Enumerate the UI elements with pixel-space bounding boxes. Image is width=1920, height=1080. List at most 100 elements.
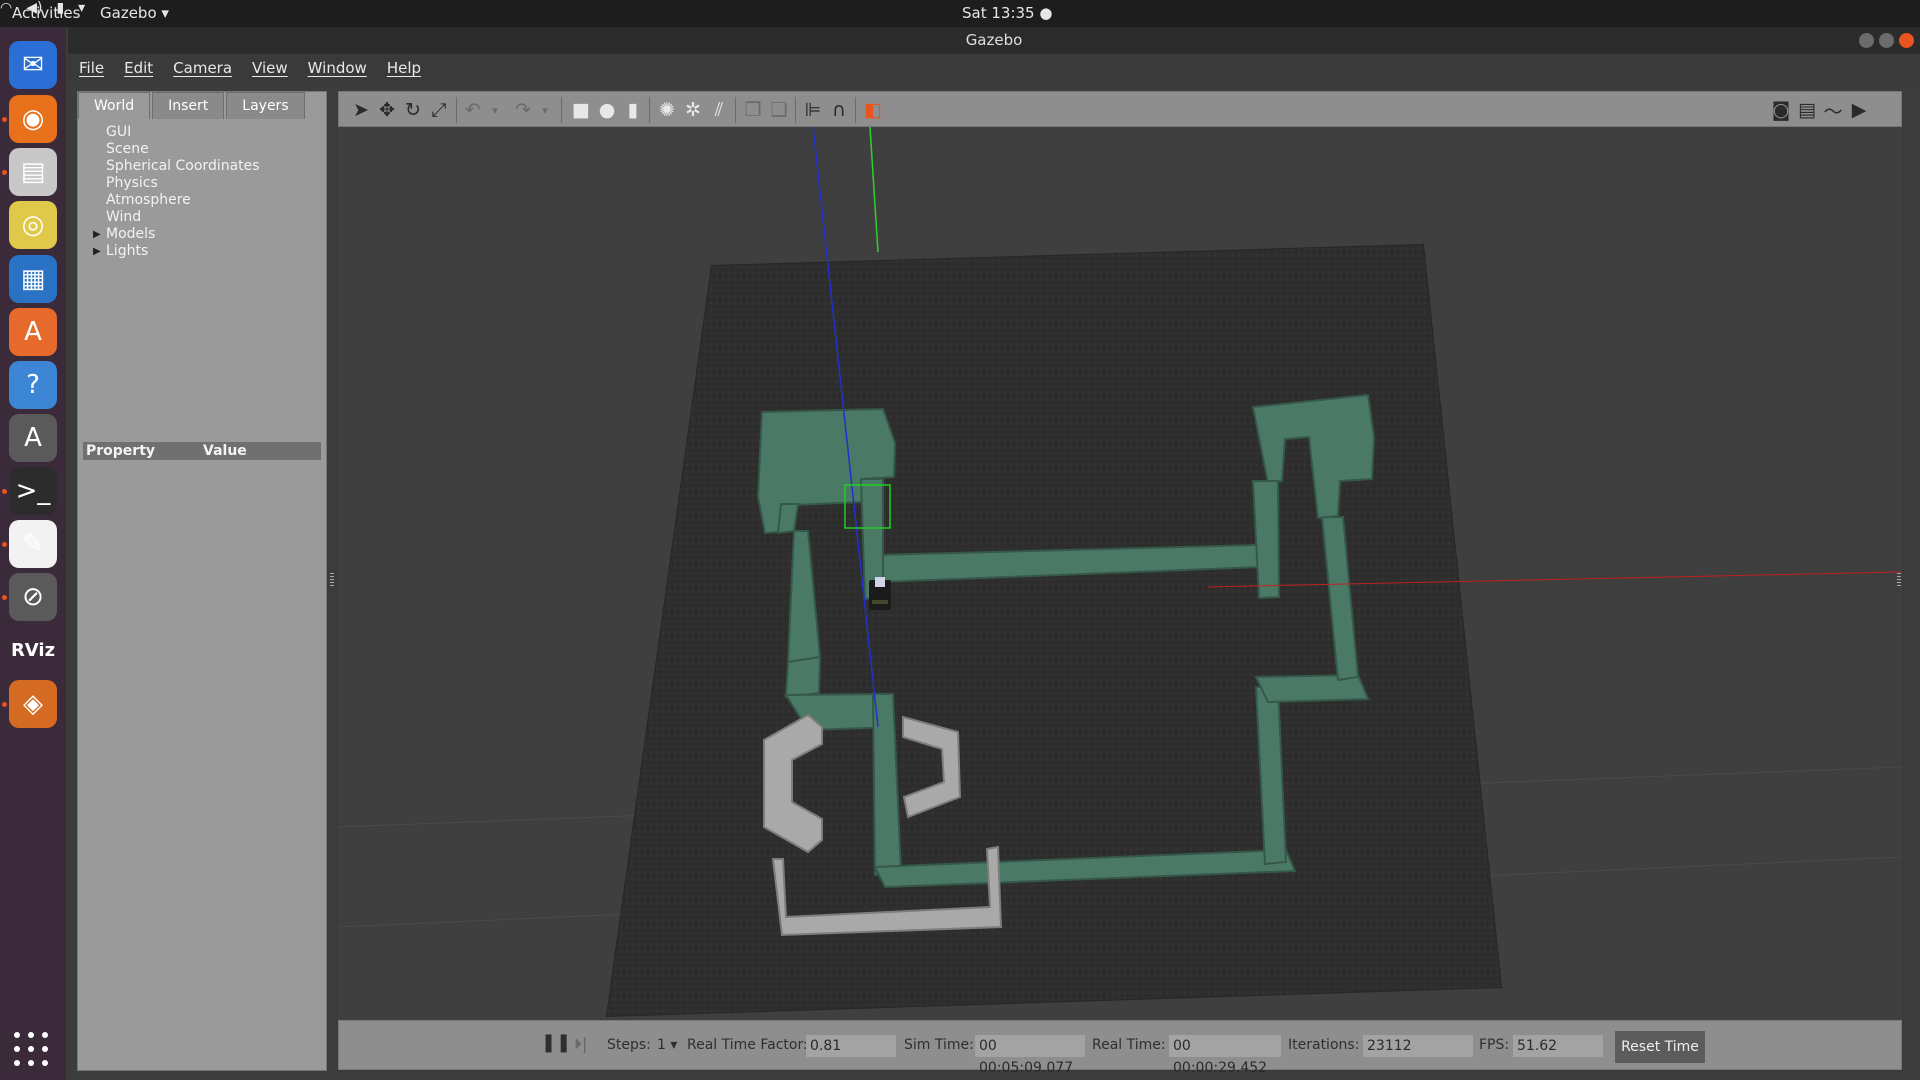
rhythmbox-icon[interactable]: ◎ xyxy=(9,201,57,249)
system-tray[interactable]: ◠ ◀) ▮ ▾ xyxy=(0,0,1920,16)
help-icon[interactable]: ? xyxy=(9,361,57,409)
align-icon[interactable]: ⊫ xyxy=(801,98,825,122)
rtf-label: Real Time Factor: xyxy=(687,1037,808,1053)
tree-item-label: Physics xyxy=(106,175,158,191)
record-video-icon[interactable]: ▶ xyxy=(1847,98,1871,122)
tree-item-label: Spherical Coordinates xyxy=(106,158,260,174)
real-time-value: 00 00:00:29.452 xyxy=(1169,1035,1281,1076)
undo-icon[interactable]: ↶ xyxy=(461,98,485,122)
maximize-button[interactable] xyxy=(1879,33,1894,48)
menu-window[interactable]: Window xyxy=(308,59,367,77)
sim-time-value: 00 00:05:09.077 xyxy=(975,1035,1085,1076)
world-tree: GUI Scene Spherical Coordinates Physics … xyxy=(78,123,326,443)
value-column-header: Value xyxy=(203,443,247,459)
minimize-button[interactable] xyxy=(1859,33,1874,48)
software-center-icon[interactable]: A xyxy=(9,308,57,356)
files-icon[interactable]: ▤ xyxy=(9,148,57,196)
viewport-splitter-handle[interactable] xyxy=(1897,573,1901,587)
show-applications-icon[interactable] xyxy=(14,1032,50,1068)
box-shape-icon[interactable]: ■ xyxy=(569,98,593,122)
menu-camera[interactable]: Camera xyxy=(173,59,232,77)
tree-item-atmosphere[interactable]: Atmosphere xyxy=(106,192,191,209)
tree-item-label: GUI xyxy=(106,124,132,140)
scene-viewport[interactable] xyxy=(338,127,1902,1020)
tree-item-spherical-coordinates[interactable]: Spherical Coordinates xyxy=(106,158,260,175)
running-indicator xyxy=(2,489,7,494)
gazebo-icon[interactable]: ◈ xyxy=(9,680,57,728)
point-light-icon[interactable]: ✺ xyxy=(655,98,679,122)
real-time-label: Real Time: xyxy=(1092,1037,1166,1053)
running-indicator xyxy=(2,595,7,600)
tab-world[interactable]: World xyxy=(78,92,151,119)
window-title-bar[interactable]: Gazebo xyxy=(68,27,1920,54)
undo-dropdown-icon[interactable]: ▾ xyxy=(483,98,507,122)
tree-item-label: Scene xyxy=(106,141,149,157)
property-table-header: Property Value xyxy=(83,442,321,460)
rotate-icon[interactable]: ↻ xyxy=(401,98,425,122)
iterations-value: 23112 xyxy=(1363,1035,1473,1057)
rviz-icon[interactable]: RViz xyxy=(9,626,57,674)
redo-dropdown-icon[interactable]: ▾ xyxy=(533,98,557,122)
tree-item-physics[interactable]: Physics xyxy=(106,175,158,192)
left-panel: World Insert Layers GUI Scene Spherical … xyxy=(77,91,327,1071)
sphere-shape-icon[interactable]: ● xyxy=(595,98,619,122)
pause-icon[interactable]: ❚❚ xyxy=(541,1032,571,1053)
select-arrow-icon[interactable]: ➤ xyxy=(349,98,373,122)
panel-splitter-handle[interactable] xyxy=(330,573,334,587)
steps-value[interactable]: 1 ▾ xyxy=(657,1037,677,1053)
window-title: Gazebo xyxy=(965,31,1023,49)
cylinder-shape-icon[interactable]: ▮ xyxy=(621,98,645,122)
directional-light-icon[interactable]: ⫽ xyxy=(707,98,731,122)
menu-help[interactable]: Help xyxy=(387,59,421,77)
tree-item-label: Wind xyxy=(106,209,142,225)
activities-button[interactable]: Activities xyxy=(12,4,80,22)
scale-icon[interactable]: ⤢ xyxy=(427,98,451,122)
menu-file[interactable]: File xyxy=(79,59,104,77)
redo-icon[interactable]: ↷ xyxy=(511,98,535,122)
scene-render[interactable] xyxy=(338,127,1902,1020)
menu-edit[interactable]: Edit xyxy=(124,59,153,77)
tab-layers[interactable]: Layers xyxy=(226,92,305,119)
firefox-icon[interactable]: ◉ xyxy=(9,95,57,143)
iterations-label: Iterations: xyxy=(1288,1037,1360,1053)
clock[interactable]: Sat 13:35 ● xyxy=(962,4,1052,22)
tree-item-scene[interactable]: Scene xyxy=(106,141,149,158)
tab-insert[interactable]: Insert xyxy=(152,92,225,119)
tree-item-gui[interactable]: GUI xyxy=(106,124,131,141)
expand-arrow-icon[interactable]: ▶ xyxy=(93,243,101,260)
tree-item-lights[interactable]: ▶ Lights xyxy=(93,243,148,260)
menu-view[interactable]: View xyxy=(252,59,288,77)
thunderbird-icon[interactable]: ✉ xyxy=(9,41,57,89)
plot-icon[interactable]: 〜 xyxy=(1821,98,1845,123)
app-menu-gazebo[interactable]: Gazebo ▾ xyxy=(100,4,169,22)
running-indicator xyxy=(2,542,7,547)
snap-magnet-icon[interactable]: ∩ xyxy=(827,98,851,122)
copy-icon[interactable]: ❐ xyxy=(741,98,765,122)
sim-time-label: Sim Time: xyxy=(904,1037,974,1053)
terminal-icon[interactable]: >_ xyxy=(9,467,57,515)
screenshot-icon[interactable]: ◙ xyxy=(1769,98,1793,122)
reset-time-button[interactable]: Reset Time xyxy=(1615,1031,1705,1063)
translate-icon[interactable]: ✥ xyxy=(375,98,399,122)
expand-arrow-icon[interactable]: ▶ xyxy=(93,226,101,243)
libreoffice-writer-icon[interactable]: ▦ xyxy=(9,255,57,303)
menu-bar: File Edit Camera View Window Help xyxy=(66,54,1920,82)
no-entry-app-icon[interactable]: ⊘ xyxy=(9,573,57,621)
software-updater-icon[interactable]: A xyxy=(9,414,57,462)
tree-item-wind[interactable]: Wind xyxy=(106,209,141,226)
step-icon[interactable]: ⏵| xyxy=(574,1034,587,1054)
robot-model[interactable] xyxy=(869,577,891,610)
view-angle-icon[interactable]: ◧ xyxy=(861,98,885,122)
spot-light-icon[interactable]: ✲ xyxy=(681,98,705,122)
property-column-header: Property xyxy=(86,443,156,459)
log-icon[interactable]: ▤ xyxy=(1795,98,1819,122)
close-button[interactable] xyxy=(1899,33,1914,48)
tree-item-models[interactable]: ▶ Models xyxy=(93,226,155,243)
y-axis-line xyxy=(869,127,879,253)
rtf-value: 0.81 xyxy=(806,1035,896,1057)
text-editor-icon[interactable]: ✎ xyxy=(9,520,57,568)
fps-label: FPS: xyxy=(1479,1037,1510,1053)
tool-bar: ➤ ✥ ↻ ⤢ ↶ ▾ ↷ ▾ ■ ● ▮ ✺ ✲ ⫽ ❐ ❏ ⊫ ∩ ◧ ◙ … xyxy=(338,91,1902,127)
wifi-icon[interactable]: ◠ xyxy=(0,0,12,16)
paste-icon[interactable]: ❏ xyxy=(767,98,791,122)
